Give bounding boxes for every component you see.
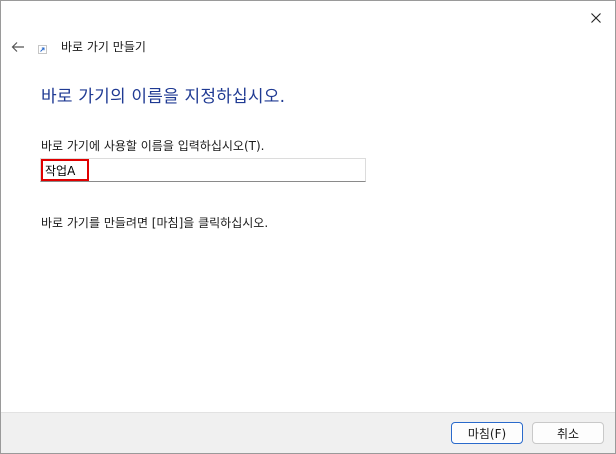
shortcut-name-field (40, 158, 366, 182)
main-instruction: 바로 가기의 이름을 지정하십시오. (41, 87, 286, 107)
shortcut-name-input[interactable] (41, 159, 365, 181)
dialog-footer: 마침(F) 취소 (1, 412, 615, 453)
finish-button[interactable]: 마침(F) (451, 422, 523, 444)
shortcut-name-label: 바로 가기에 사용할 이름을 입력하십시오(T). (41, 139, 265, 153)
cancel-button[interactable]: 취소 (532, 422, 604, 444)
back-button[interactable] (9, 38, 27, 56)
back-arrow-icon (11, 42, 24, 52)
finish-instruction: 바로 가기를 만들려면 [마침]을 클릭하십시오. (41, 216, 269, 230)
close-icon (591, 13, 601, 23)
close-button[interactable] (585, 7, 607, 29)
shortcut-arrow-icon (38, 45, 47, 54)
create-shortcut-dialog: 바로 가기 만들기 바로 가기의 이름을 지정하십시오. 바로 가기에 사용할 … (0, 0, 616, 454)
wizard-title: 바로 가기 만들기 (61, 40, 146, 54)
